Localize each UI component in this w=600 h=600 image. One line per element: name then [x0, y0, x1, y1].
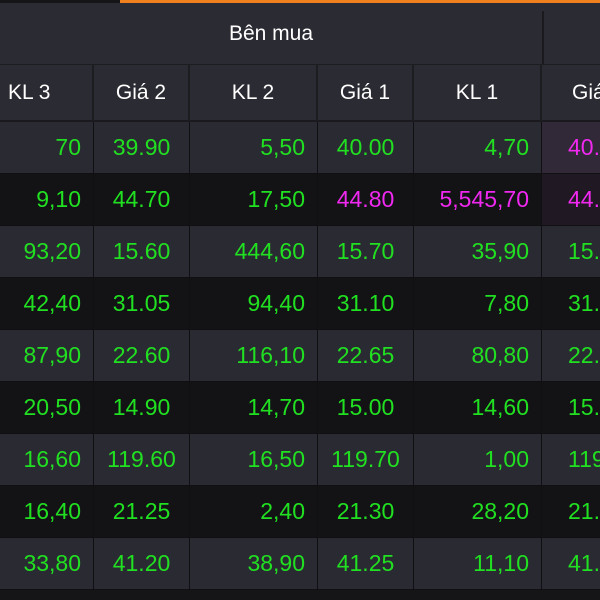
cell-kl1[interactable]: 4,70	[414, 122, 542, 173]
cell-kl2[interactable]: 444,60	[190, 226, 318, 277]
cell-gia2[interactable]: 39.90	[94, 122, 190, 173]
table-row[interactable]: 87,90 22.60 116,10 22.65 80,80 22.	[0, 330, 600, 382]
cell-gia2[interactable]: 119.60	[94, 434, 190, 485]
cell-gia2[interactable]: 44.70	[94, 174, 190, 225]
col-header-kl1[interactable]: KL 1	[414, 65, 542, 121]
cell-gia2[interactable]: 15.60	[94, 226, 190, 277]
group-separator	[542, 11, 544, 64]
cell-gia-next[interactable]: 21.	[542, 486, 600, 537]
cell-kl2[interactable]: 16,50	[190, 434, 318, 485]
col-header-gia-next[interactable]: Giá	[542, 65, 600, 121]
cell-gia1[interactable]: 15.70	[318, 226, 414, 277]
cell-gia1[interactable]: 22.65	[318, 330, 414, 381]
table-row[interactable]: 9,10 44.70 17,50 44.80 5,545,70 44.	[0, 174, 600, 226]
price-board: Bên mua KL 3 Giá 2 KL 2 Giá 1 KL 1 Giá 7…	[0, 0, 600, 600]
table-row[interactable]: 42,40 31.05 94,40 31.10 7,80 31.	[0, 278, 600, 330]
cell-kl3[interactable]: 9,10	[0, 174, 94, 225]
cell-gia1[interactable]: 44.80	[318, 174, 414, 225]
cell-kl1[interactable]: 35,90	[414, 226, 542, 277]
cell-kl1[interactable]: 80,80	[414, 330, 542, 381]
cell-gia1[interactable]: 40.00	[318, 122, 414, 173]
group-title-buy-side: Bên mua	[228, 21, 314, 45]
cell-kl2[interactable]: 38,90	[190, 538, 318, 589]
col-header-kl3[interactable]: KL 3	[0, 65, 94, 121]
col-header-kl2[interactable]: KL 2	[190, 65, 318, 121]
cell-gia-next[interactable]: 41.	[542, 538, 600, 589]
cell-gia2[interactable]: 22.60	[94, 330, 190, 381]
table-row[interactable]: 33,80 41.20 38,90 41.25 11,10 41.	[0, 538, 600, 590]
cell-kl2[interactable]: 5,50	[190, 122, 318, 173]
col-header-gia2[interactable]: Giá 2	[94, 65, 190, 121]
table-row[interactable]: 16,60119.6016,50119.701,00119.	[0, 434, 600, 486]
cell-kl1[interactable]: 7,80	[414, 278, 542, 329]
cell-gia-next[interactable]: 15.	[542, 382, 600, 433]
table-row[interactable]: 20,50 14.90 14,70 15.00 14,60 15.	[0, 382, 600, 434]
cell-kl2[interactable]: 2,40	[190, 486, 318, 537]
cell-gia-next[interactable]: 22.	[542, 330, 600, 381]
cell-gia-next[interactable]: 31.	[542, 278, 600, 329]
cell-kl3[interactable]: 33,80	[0, 538, 94, 589]
cell-gia2[interactable]: 41.20	[94, 538, 190, 589]
cell-kl2[interactable]: 94,40	[190, 278, 318, 329]
cell-kl1[interactable]: 5,545,70	[414, 174, 542, 225]
cell-gia1[interactable]: 31.10	[318, 278, 414, 329]
col-header-gia1[interactable]: Giá 1	[318, 65, 414, 121]
cell-kl1[interactable]: 14,60	[414, 382, 542, 433]
cell-gia-next[interactable]: 40.	[542, 122, 600, 173]
cell-kl3[interactable]: 42,40	[0, 278, 94, 329]
cell-gia-next[interactable]: 44.	[542, 174, 600, 225]
cell-kl1[interactable]: 1,00	[414, 434, 542, 485]
cell-kl3[interactable]: 87,90	[0, 330, 94, 381]
group-header: Bên mua	[0, 3, 600, 64]
cell-kl1[interactable]: 11,10	[414, 538, 542, 589]
cell-gia1[interactable]: 15.00	[318, 382, 414, 433]
cell-gia1[interactable]: 41.25	[318, 538, 414, 589]
cell-gia-next[interactable]: 15.	[542, 226, 600, 277]
cell-kl3[interactable]: 20,50	[0, 382, 94, 433]
cell-kl2[interactable]: 17,50	[190, 174, 318, 225]
cell-gia2[interactable]: 21.25	[94, 486, 190, 537]
cell-gia1[interactable]: 119.70	[318, 434, 414, 485]
table-row[interactable]: 93,20 15.60 444,60 15.70 35,90 15.	[0, 226, 600, 278]
cell-kl3[interactable]: 93,20	[0, 226, 94, 277]
cell-kl3[interactable]: 16,40	[0, 486, 94, 537]
cell-gia-next[interactable]: 119.	[542, 434, 600, 485]
cell-gia1[interactable]: 21.30	[318, 486, 414, 537]
cell-kl2[interactable]: 116,10	[190, 330, 318, 381]
table-row[interactable]: 16,40 21.25 2,40 21.30 28,20 21.	[0, 486, 600, 538]
cell-kl3[interactable]: 16,60	[0, 434, 94, 485]
column-header-row: KL 3 Giá 2 KL 2 Giá 1 KL 1 Giá	[0, 64, 600, 122]
cell-gia2[interactable]: 31.05	[94, 278, 190, 329]
cell-gia2[interactable]: 14.90	[94, 382, 190, 433]
table-row[interactable]: 70 39.90 5,50 40.00 4,70 40.	[0, 122, 600, 174]
cell-kl2[interactable]: 14,70	[190, 382, 318, 433]
cell-kl3[interactable]: 70	[0, 122, 94, 173]
cell-kl1[interactable]: 28,20	[414, 486, 542, 537]
